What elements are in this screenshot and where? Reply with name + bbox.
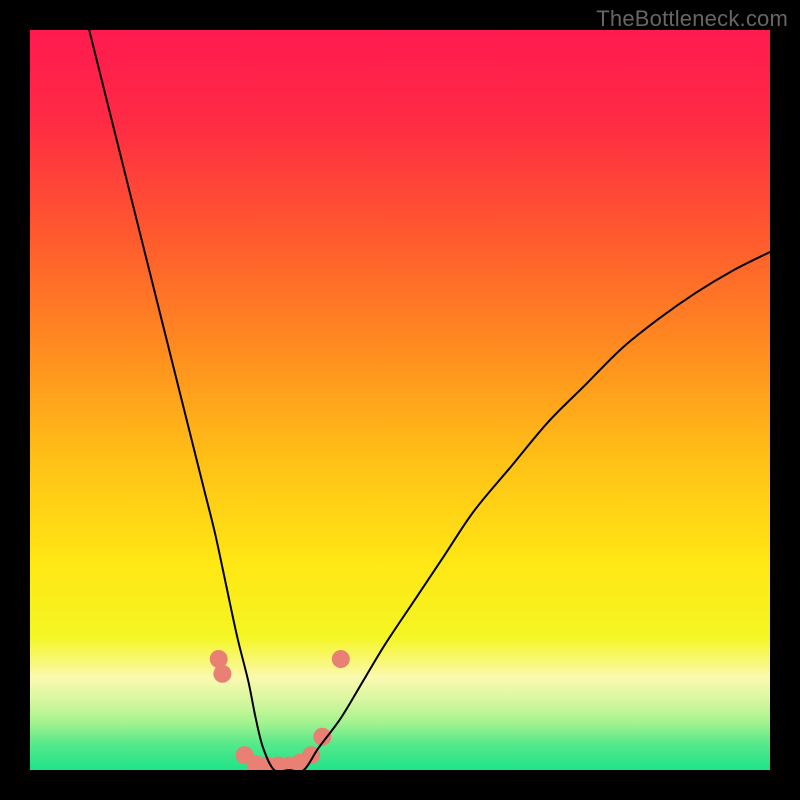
marker-dot (332, 650, 350, 668)
gradient-background (30, 30, 770, 770)
plot-area (30, 30, 770, 770)
watermark-text: TheBottleneck.com (596, 6, 788, 32)
bottleneck-chart (30, 30, 770, 770)
marker-dot (213, 665, 231, 683)
chart-frame: TheBottleneck.com (0, 0, 800, 800)
